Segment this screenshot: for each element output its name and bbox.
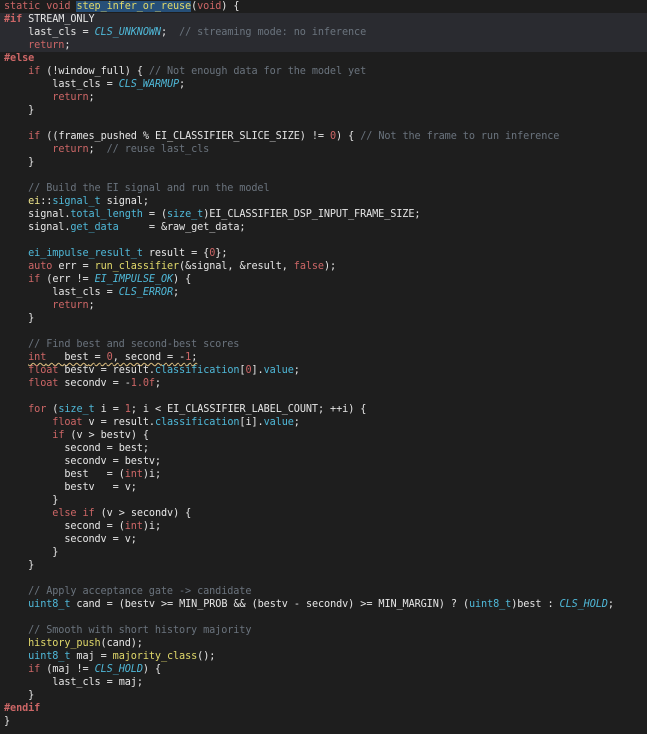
code-line[interactable]: last_cls = maj; <box>0 676 647 689</box>
code-line[interactable]: uint8_t cand = (bestv >= MIN_PROB && (be… <box>0 598 647 611</box>
code-line[interactable]: second = (int)i; <box>0 520 647 533</box>
code-line[interactable]: #if STREAM_ONLY <box>0 13 647 26</box>
code-line[interactable]: } <box>0 715 647 728</box>
code-line[interactable]: last_cls = CLS_UNKNOWN; // streaming mod… <box>0 26 647 39</box>
code-line[interactable]: if (v > bestv) { <box>0 429 647 442</box>
code-line[interactable]: signal.get_data = &raw_get_data; <box>0 221 647 234</box>
code-line[interactable]: float bestv = result.classification[0].v… <box>0 364 647 377</box>
code-line[interactable]: uint8_t maj = majority_class(); <box>0 650 647 663</box>
code-line[interactable]: secondv = bestv; <box>0 455 647 468</box>
code-editor[interactable]: static void step_infer_or_reuse(void) {#… <box>0 0 647 734</box>
code-line[interactable] <box>0 390 647 403</box>
code-line[interactable]: return; <box>0 39 647 52</box>
code-line[interactable] <box>0 611 647 624</box>
code-line[interactable]: last_cls = CLS_ERROR; <box>0 286 647 299</box>
code-line[interactable]: return; <box>0 299 647 312</box>
code-line[interactable]: } <box>0 104 647 117</box>
code-line[interactable]: // Smooth with short history majority <box>0 624 647 637</box>
code-line[interactable]: best = (int)i; <box>0 468 647 481</box>
code-line[interactable]: last_cls = CLS_WARMUP; <box>0 78 647 91</box>
code-line[interactable]: int best = 0, second = -1; <box>0 351 647 364</box>
code-line[interactable]: for (size_t i = 1; i < EI_CLASSIFIER_LAB… <box>0 403 647 416</box>
code-line[interactable]: if (err != EI_IMPULSE_OK) { <box>0 273 647 286</box>
code-line[interactable]: else if (v > secondv) { <box>0 507 647 520</box>
code-line[interactable]: // Apply acceptance gate -> candidate <box>0 585 647 598</box>
code-line[interactable]: } <box>0 312 647 325</box>
code-line[interactable]: if ((frames_pushed % EI_CLASSIFIER_SLICE… <box>0 130 647 143</box>
code-line[interactable] <box>0 117 647 130</box>
code-line[interactable]: // Build the EI signal and run the model <box>0 182 647 195</box>
code-line[interactable] <box>0 325 647 338</box>
code-line[interactable]: auto err = run_classifier(&signal, &resu… <box>0 260 647 273</box>
code-line[interactable]: float v = result.classification[i].value… <box>0 416 647 429</box>
code-line[interactable] <box>0 169 647 182</box>
code-line[interactable]: if (!window_full) { // Not enough data f… <box>0 65 647 78</box>
code-line[interactable]: } <box>0 559 647 572</box>
code-line[interactable]: bestv = v; <box>0 481 647 494</box>
code-line[interactable]: #else <box>0 52 647 65</box>
code-line[interactable]: return; <box>0 91 647 104</box>
code-line[interactable]: if (maj != CLS_HOLD) { <box>0 663 647 676</box>
code-line[interactable]: // Find best and second-best scores <box>0 338 647 351</box>
code-line[interactable]: } <box>0 494 647 507</box>
code-line[interactable]: } <box>0 546 647 559</box>
code-line[interactable]: second = best; <box>0 442 647 455</box>
code-line[interactable]: float secondv = -1.0f; <box>0 377 647 390</box>
code-line[interactable] <box>0 572 647 585</box>
code-line[interactable]: } <box>0 156 647 169</box>
code-line[interactable]: ei::signal_t signal; <box>0 195 647 208</box>
code-line[interactable] <box>0 234 647 247</box>
code-line[interactable]: history_push(cand); <box>0 637 647 650</box>
code-line[interactable]: secondv = v; <box>0 533 647 546</box>
code-line[interactable]: ei_impulse_result_t result = {0}; <box>0 247 647 260</box>
code-line[interactable]: } <box>0 689 647 702</box>
code-line[interactable]: static void step_infer_or_reuse(void) { <box>0 0 647 13</box>
code-line[interactable]: return; // reuse last_cls <box>0 143 647 156</box>
code-line[interactable]: signal.total_length = (size_t)EI_CLASSIF… <box>0 208 647 221</box>
code-line[interactable]: #endif <box>0 702 647 715</box>
